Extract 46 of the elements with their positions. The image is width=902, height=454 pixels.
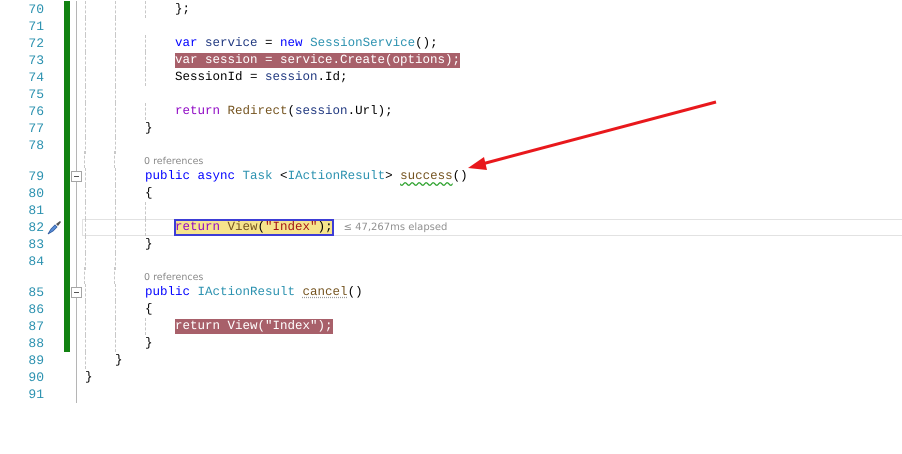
line-number: 84 <box>27 253 44 270</box>
code-text: { <box>145 302 153 317</box>
references-count[interactable]: 0 references <box>144 272 204 284</box>
line-number: 91 <box>27 386 44 403</box>
code-text: } <box>145 336 153 351</box>
line-number: 83 <box>27 236 44 253</box>
code-text: var service = new SessionService(); <box>175 36 438 51</box>
code-text: return View("Index"); <box>175 220 333 235</box>
code-text: { <box>145 186 153 201</box>
collapse-toggle[interactable] <box>71 171 82 182</box>
elapsed-time-hint: ≤ 47,267ms elapsed <box>344 222 448 233</box>
code-text: } <box>145 237 153 252</box>
code-text: return View("Index"); <box>175 319 333 334</box>
line-number: 75 <box>27 86 44 103</box>
line-number: 73 <box>27 52 44 69</box>
line-number: 76 <box>27 103 44 120</box>
code-text: SessionId = session.Id; <box>175 70 348 85</box>
line-number: 89 <box>27 352 44 369</box>
line-number: 72 <box>27 35 44 52</box>
collapse-toggle[interactable] <box>71 287 82 298</box>
code-text: var session = service.Create(options); <box>175 53 460 68</box>
line-number: 74 <box>27 69 44 86</box>
line-number: 78 <box>27 137 44 154</box>
code-text: } <box>145 121 153 136</box>
line-number: 88 <box>27 335 44 352</box>
code-text: } <box>115 353 123 368</box>
code-text: } <box>85 370 93 385</box>
code-text: public async Task <IActionResult> success() <box>145 169 468 184</box>
line-number: 90 <box>27 369 44 386</box>
code-text: }; <box>175 2 190 17</box>
minus-icon <box>74 176 79 177</box>
line-number: 77 <box>27 120 44 137</box>
references-count[interactable]: 0 references <box>144 156 204 168</box>
line-number: 86 <box>27 301 44 318</box>
line-number: 71 <box>27 18 44 35</box>
line-number: 80 <box>27 185 44 202</box>
pen-icon <box>46 220 62 236</box>
line-number: 81 <box>27 202 44 219</box>
code-text: public IActionResult cancel() <box>145 285 363 300</box>
line-number: 87 <box>27 318 44 335</box>
code-text: return Redirect(session.Url); <box>175 104 393 119</box>
minus-icon <box>74 292 79 293</box>
line-number: 85 <box>27 284 44 301</box>
line-number: 82 <box>27 219 44 236</box>
line-number: 79 <box>27 168 44 185</box>
line-number: 70 <box>27 1 44 18</box>
